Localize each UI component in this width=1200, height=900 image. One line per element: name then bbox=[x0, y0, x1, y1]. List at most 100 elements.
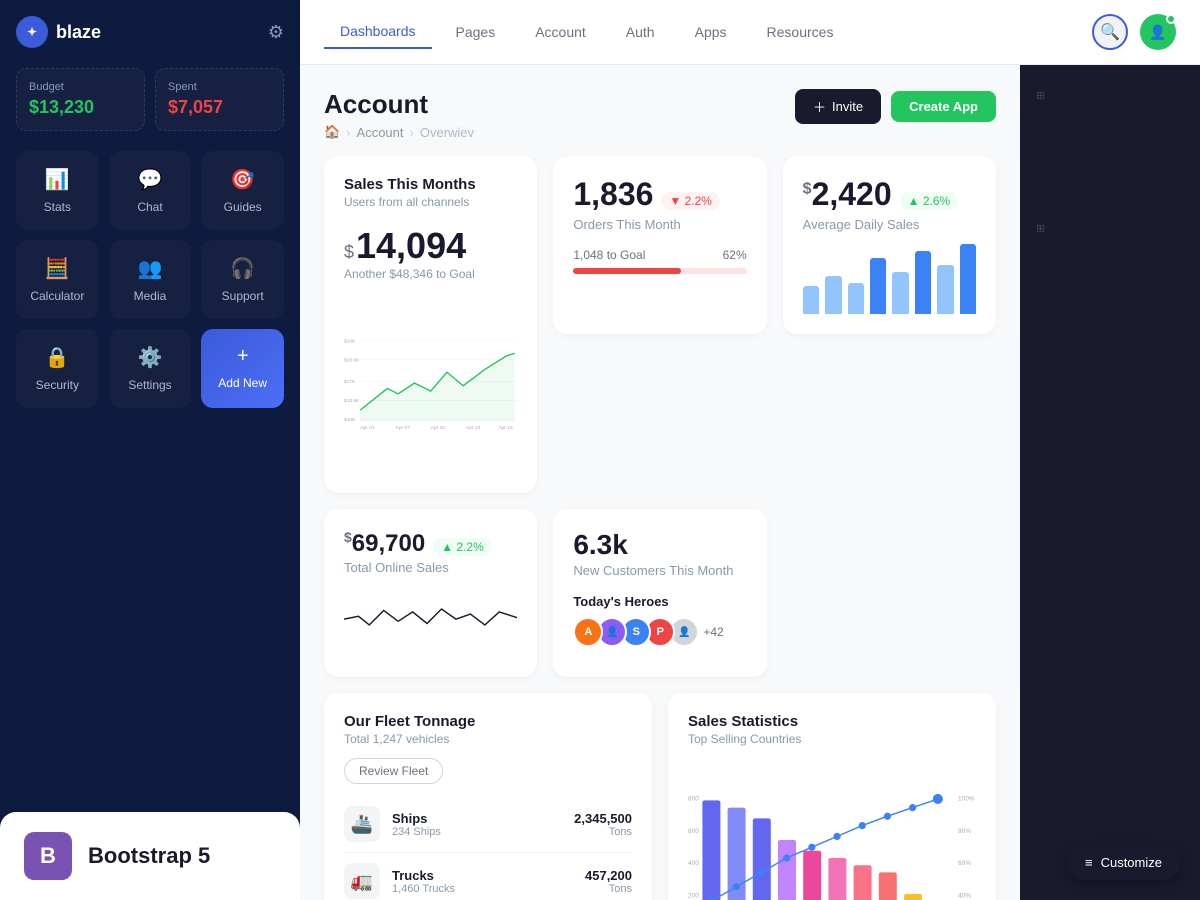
fleet-list: 🚢 Ships 234 Ships 2,345,500 Tons 🚛 bbox=[344, 796, 632, 900]
create-app-button[interactable]: Create App bbox=[891, 91, 996, 122]
topnav: Dashboards Pages Account Auth Apps Resou… bbox=[300, 0, 1200, 65]
tab-account[interactable]: Account bbox=[519, 16, 602, 48]
bar-8 bbox=[960, 244, 976, 314]
sales-line-chart: $24K $20.5K $17K $13.5K $10K bbox=[344, 293, 517, 473]
sales-stats-card: Sales Statistics Top Selling Countries 8… bbox=[668, 693, 996, 900]
budget-amount: $13,230 bbox=[29, 97, 132, 118]
svg-text:Apr 07: Apr 07 bbox=[395, 425, 410, 431]
customize-icon: ≡ bbox=[1085, 855, 1093, 870]
calculator-icon: 🧮 bbox=[45, 256, 70, 281]
stats-icon: 📊 bbox=[45, 167, 70, 192]
progress-labels: 1,048 to Goal 62% bbox=[573, 248, 746, 262]
ships-sub: 234 Ships bbox=[392, 826, 574, 838]
sidebar-item-settings[interactable]: ⚙️ Settings bbox=[109, 329, 192, 408]
tab-dashboards[interactable]: Dashboards bbox=[324, 15, 432, 49]
tab-auth[interactable]: Auth bbox=[610, 16, 671, 48]
fleet-card: Our Fleet Tonnage Total 1,247 vehicles R… bbox=[324, 693, 652, 900]
svg-text:800: 800 bbox=[688, 795, 699, 802]
progress-bar-fill bbox=[573, 268, 680, 274]
orders-label: Orders This Month bbox=[573, 217, 746, 232]
page-title: Account bbox=[324, 89, 474, 120]
ships-amount: 2,345,500 Tons bbox=[574, 811, 632, 838]
stats-row-1: 1,836 ▼ 2.2% Orders This Month 1,048 to … bbox=[324, 156, 996, 493]
trucks-value: 457,200 bbox=[585, 868, 632, 883]
sales-stats-title: Sales Statistics bbox=[688, 713, 976, 730]
invite-button[interactable]: ＋ Invite bbox=[795, 89, 881, 124]
review-fleet-button[interactable]: Review Fleet bbox=[344, 758, 443, 784]
panel-icon-2: ⊞ bbox=[1036, 222, 1184, 235]
daily-sales-badge: ▲ 2.6% bbox=[900, 192, 959, 210]
budget-label: Budget bbox=[29, 81, 132, 93]
ships-name: Ships bbox=[392, 811, 574, 826]
guides-icon: 🎯 bbox=[230, 167, 255, 192]
budget-cards: Budget $13,230 Spent $7,057 bbox=[16, 68, 284, 131]
sales-month-card: Sales This Months Users from all channel… bbox=[324, 156, 537, 493]
media-label: Media bbox=[134, 289, 167, 303]
security-icon: 🔒 bbox=[45, 345, 70, 370]
daily-sales-value: $2,420 bbox=[803, 176, 892, 213]
search-button[interactable]: 🔍 bbox=[1092, 14, 1128, 50]
breadcrumb-account[interactable]: Account bbox=[357, 125, 404, 140]
svg-text:100%: 100% bbox=[958, 795, 975, 802]
fleet-title: Our Fleet Tonnage bbox=[344, 713, 632, 730]
svg-text:200: 200 bbox=[688, 893, 699, 900]
svg-text:$20.5K: $20.5K bbox=[344, 357, 360, 363]
tab-resources[interactable]: Resources bbox=[751, 16, 850, 48]
fleet-sub: Total 1,247 vehicles bbox=[344, 732, 632, 746]
sales-sub-text: Another $48,346 to Goal bbox=[344, 267, 517, 281]
sidebar-item-chat[interactable]: 💬 Chat bbox=[109, 151, 192, 230]
sales-stats-sub: Top Selling Countries bbox=[688, 732, 976, 746]
fleet-item-ships: 🚢 Ships 234 Ships 2,345,500 Tons bbox=[344, 796, 632, 853]
svg-text:80%: 80% bbox=[958, 828, 971, 835]
svg-text:$10K: $10K bbox=[344, 417, 356, 423]
sales-big-row: $ 14,094 bbox=[344, 225, 517, 267]
wavy-chart bbox=[344, 587, 517, 652]
media-icon: 👥 bbox=[138, 256, 163, 281]
bar-7 bbox=[937, 265, 953, 314]
sidebar-item-guides[interactable]: 🎯 Guides bbox=[201, 151, 284, 230]
total-online-card: $69,700 ▲ 2.2% Total Online Sales bbox=[324, 509, 537, 677]
tab-pages[interactable]: Pages bbox=[440, 16, 512, 48]
sidebar-item-media[interactable]: 👥 Media bbox=[109, 240, 192, 319]
trucks-amount: 457,200 Tons bbox=[585, 868, 632, 895]
invite-label: Invite bbox=[832, 99, 863, 114]
add-new-icon: + bbox=[237, 345, 249, 368]
support-label: Support bbox=[222, 289, 264, 303]
sidebar-item-security[interactable]: 🔒 Security bbox=[16, 329, 99, 408]
ships-unit: Tons bbox=[574, 826, 632, 838]
sidebar-item-add-new[interactable]: + Add New bbox=[201, 329, 284, 408]
user-avatar[interactable]: 👤 bbox=[1140, 14, 1176, 50]
logo-icon: ✦ bbox=[16, 16, 48, 48]
svg-text:40%: 40% bbox=[958, 893, 971, 900]
svg-text:Apr 16: Apr 16 bbox=[498, 425, 513, 431]
customers-label: New Customers This Month bbox=[573, 563, 746, 578]
right-panel: ⊞ ⊞ bbox=[1020, 65, 1200, 900]
trucks-icon: 🚛 bbox=[344, 863, 380, 899]
chat-icon: 💬 bbox=[138, 167, 163, 192]
orders-badge: ▼ 2.2% bbox=[661, 192, 720, 210]
breadcrumb-sep2: › bbox=[410, 125, 414, 140]
hero-avatars: A 👤 S P 👤 +42 bbox=[573, 617, 746, 647]
svg-text:$24K: $24K bbox=[344, 338, 356, 344]
sidebar-item-stats[interactable]: 📊 Stats bbox=[16, 151, 99, 230]
tab-apps[interactable]: Apps bbox=[679, 16, 743, 48]
svg-text:60%: 60% bbox=[958, 860, 971, 867]
bar-4 bbox=[870, 258, 886, 314]
menu-icon[interactable]: ⚙ bbox=[268, 22, 284, 43]
hero-extra-count: +42 bbox=[703, 625, 723, 639]
sales-big-value: 14,094 bbox=[356, 225, 466, 267]
trucks-info: Trucks 1,460 Trucks bbox=[392, 868, 585, 895]
hero-1: A bbox=[573, 617, 603, 647]
customize-button[interactable]: ≡ Customize bbox=[1067, 845, 1180, 880]
spent-amount: $7,057 bbox=[168, 97, 271, 118]
chat-label: Chat bbox=[137, 200, 162, 214]
sidebar-item-calculator[interactable]: 🧮 Calculator bbox=[16, 240, 99, 319]
heroes-section: Today's Heroes A 👤 S P 👤 +42 bbox=[573, 594, 746, 647]
guides-label: Guides bbox=[224, 200, 262, 214]
customers-value: 6.3k bbox=[573, 529, 746, 561]
settings-icon: ⚙️ bbox=[138, 345, 163, 370]
sidebar-item-support[interactable]: 🎧 Support bbox=[201, 240, 284, 319]
trucks-unit: Tons bbox=[585, 883, 632, 895]
breadcrumb-home[interactable]: 🏠 bbox=[324, 124, 340, 140]
sales-month-title: Sales This Months bbox=[344, 176, 517, 193]
